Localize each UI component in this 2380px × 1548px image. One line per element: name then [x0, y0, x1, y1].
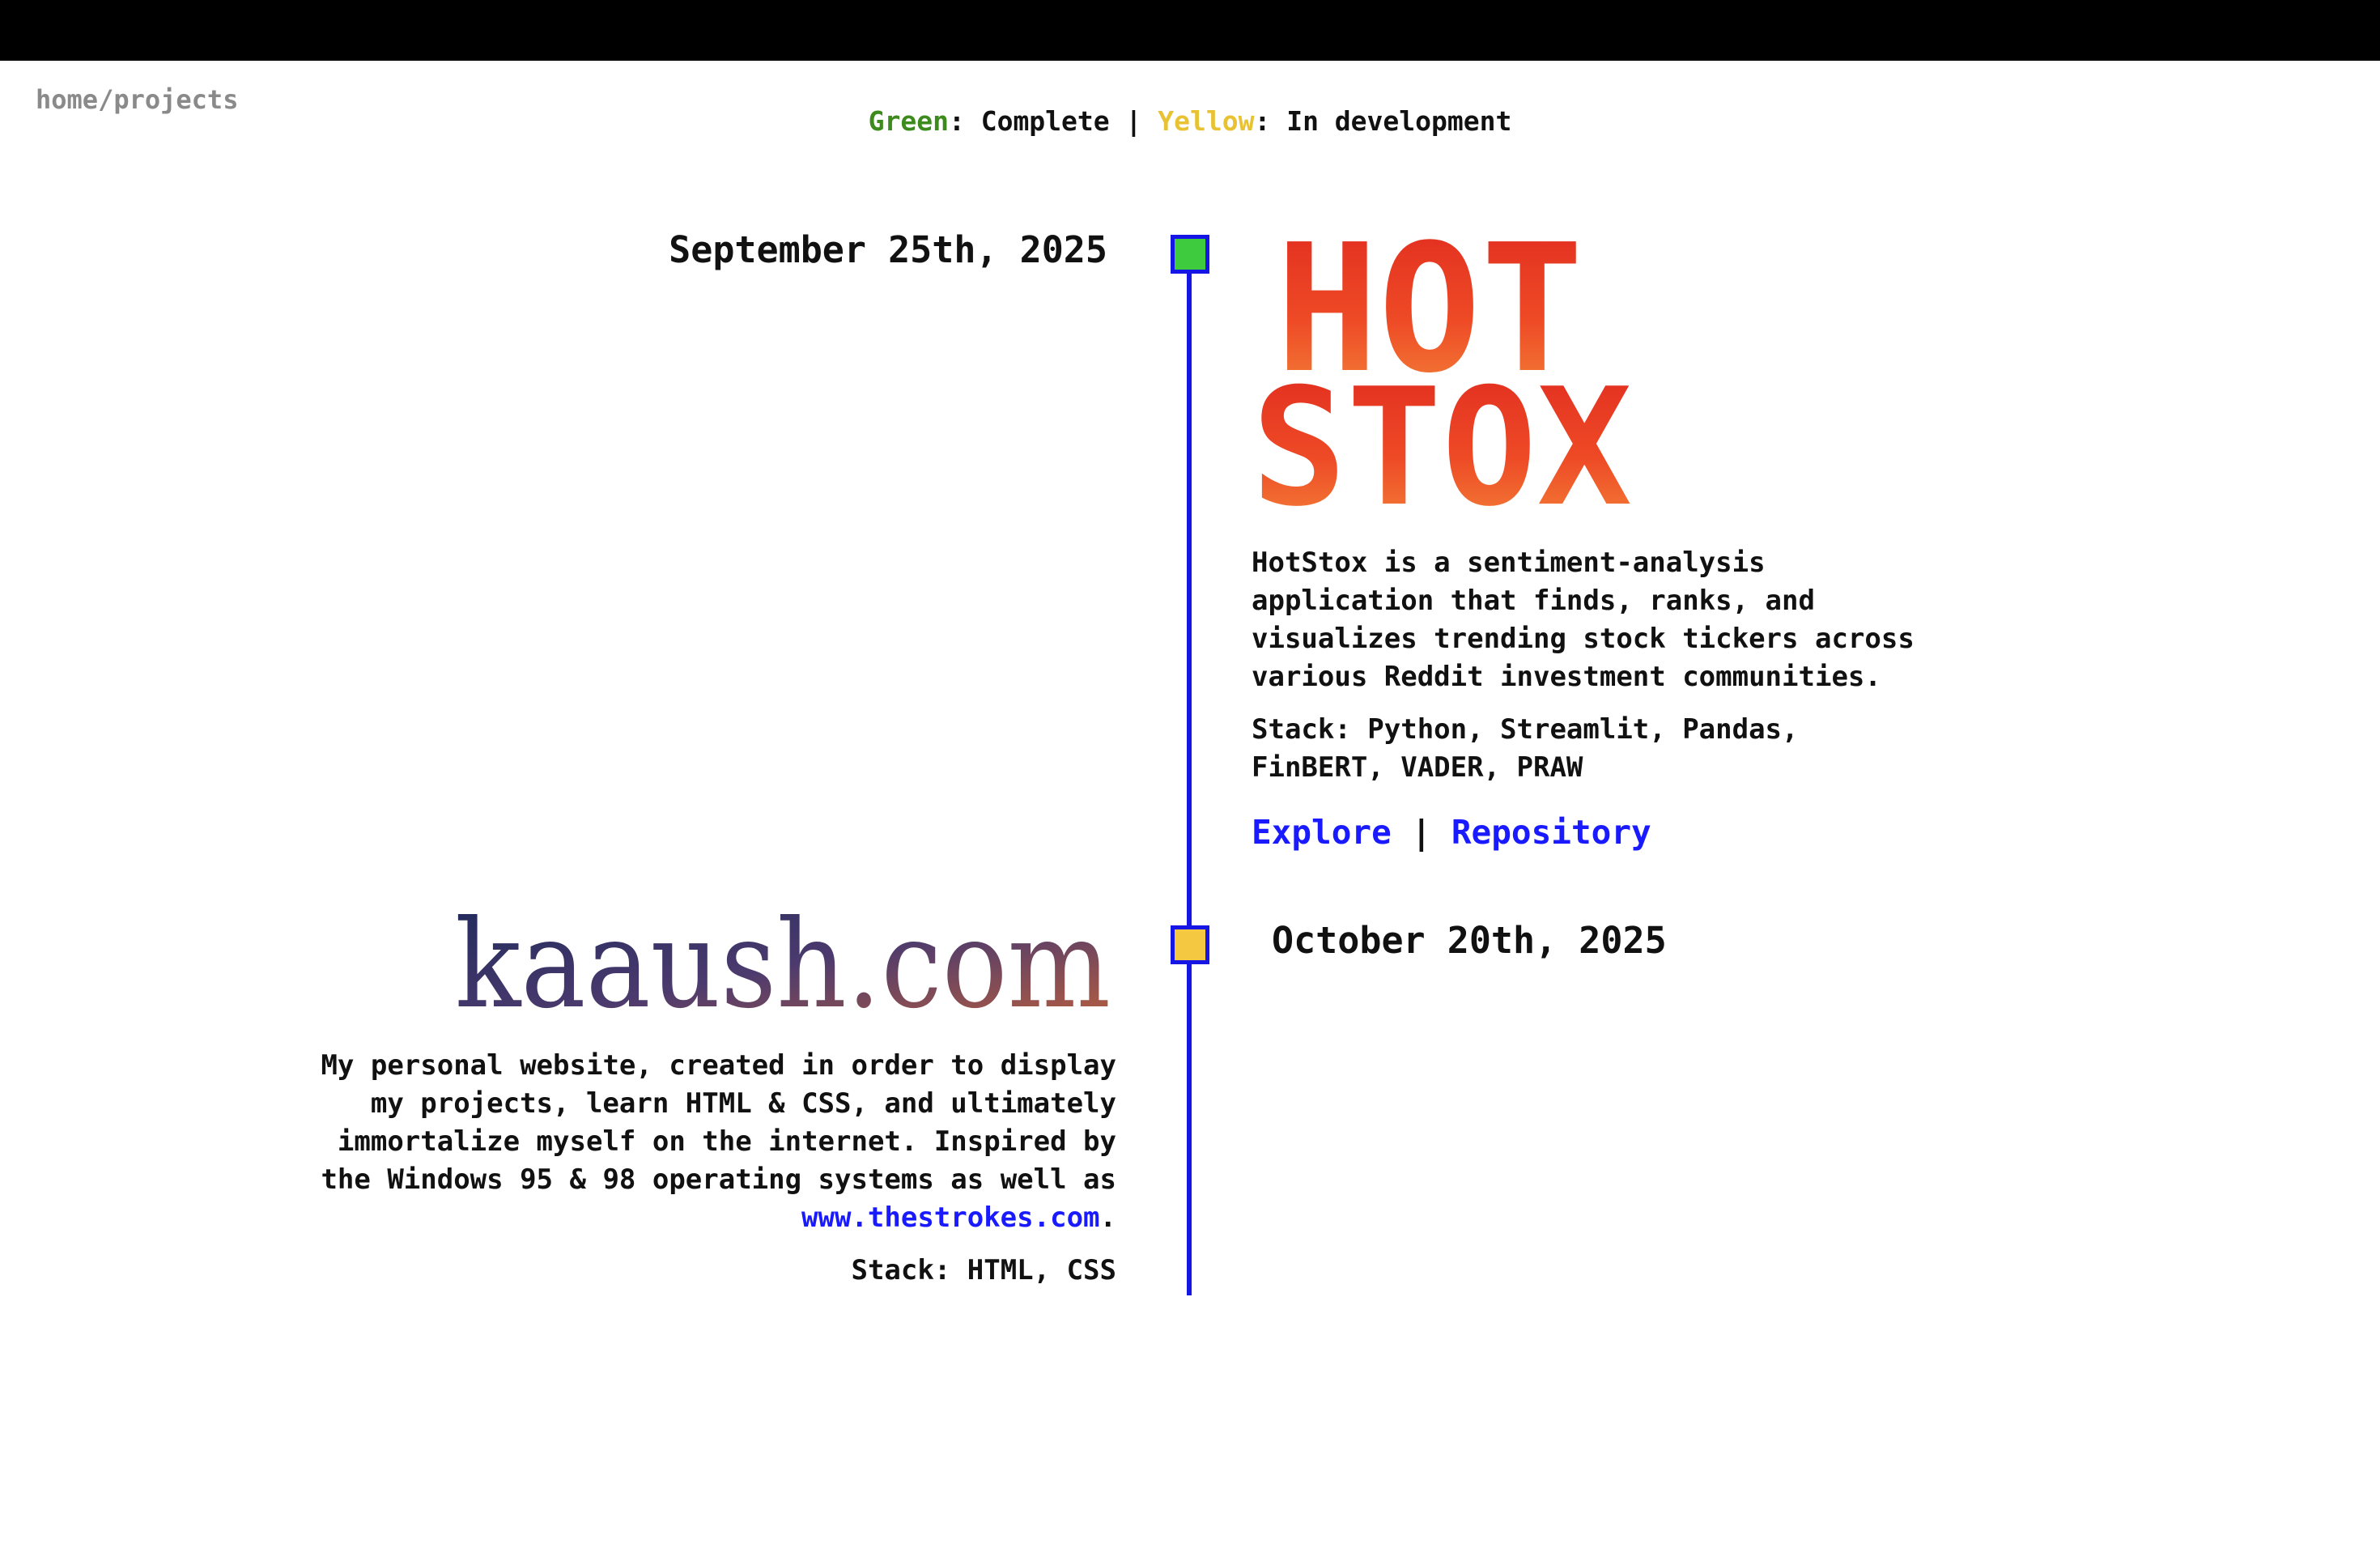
legend-development-text: : In development	[1254, 105, 1512, 137]
legend-yellow-word: Yellow	[1158, 105, 1255, 137]
timeline-line	[1187, 255, 1192, 1295]
legend-green-word: Green	[868, 105, 949, 137]
project-date-hotstox: September 25th, 2025	[669, 228, 1107, 271]
kaaush-description-before-link: My personal website, created in order to…	[321, 1049, 1116, 1196]
hotstox-logo: HOT STOX	[1252, 228, 1632, 520]
hotstox-links: Explore | Repository	[1252, 813, 1651, 852]
project-description-kaaush: My personal website, created in order to…	[274, 1047, 1116, 1290]
link-separator: |	[1391, 813, 1451, 852]
status-legend: Green: Complete | Yellow: In development	[0, 105, 2380, 137]
explore-link[interactable]: Explore	[1252, 813, 1392, 852]
hotstox-logo-line2: STOX	[1252, 354, 1632, 520]
status-marker-complete	[1171, 235, 1209, 274]
thestrokes-link[interactable]: www.thestrokes.com	[801, 1201, 1099, 1234]
kaaush-logo: kaaush.com	[455, 903, 1111, 1024]
kaaush-description-after-link: .	[1099, 1201, 1116, 1234]
project-description-hotstox: HotStox is a sentiment-analysis applicat…	[1252, 544, 1932, 787]
kaaush-description-text: My personal website, created in order to…	[274, 1047, 1116, 1237]
legend-complete-text: : Complete |	[948, 105, 1158, 137]
hotstox-stack-text: Stack: Python, Streamlit, Pandas, FinBER…	[1252, 713, 1799, 784]
project-date-kaaush: October 20th, 2025	[1272, 919, 1667, 962]
kaaush-logo-text: kaaush.com	[455, 903, 1111, 1024]
status-marker-in-development	[1171, 925, 1209, 964]
kaaush-stack-text: Stack: HTML, CSS	[851, 1254, 1116, 1286]
top-bar	[0, 0, 2380, 61]
repository-link[interactable]: Repository	[1451, 813, 1651, 852]
hotstox-description-text: HotStox is a sentiment-analysis applicat…	[1252, 546, 1915, 693]
